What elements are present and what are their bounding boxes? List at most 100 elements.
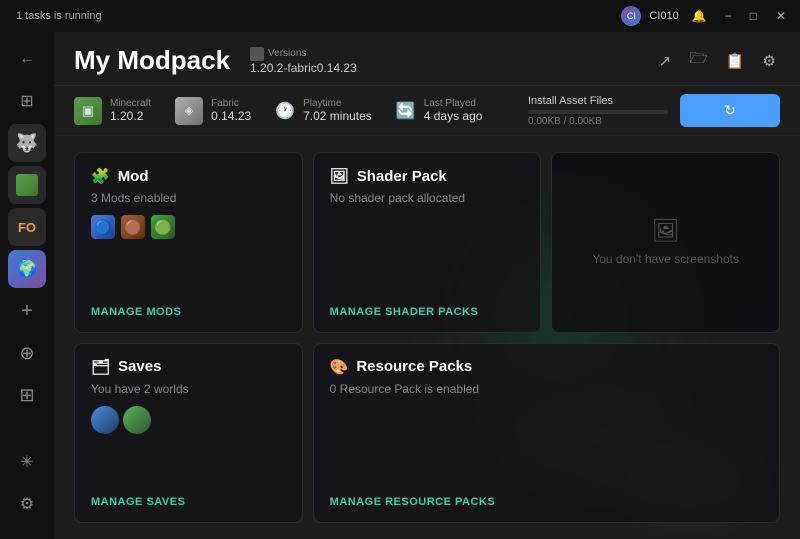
sidebar-item-add-instance[interactable]: ⊕	[8, 334, 46, 372]
mod-card-title: 🧩 Mod	[91, 167, 286, 185]
fabric-text: Fabric 0.14.23	[211, 98, 251, 123]
mods-icon: ✳	[20, 452, 33, 472]
version-block: Versions 1.20.2-fabric0.14.23	[250, 47, 357, 75]
clock-icon: 🕐	[275, 101, 295, 121]
world-icon-1	[91, 406, 119, 434]
install-block: Install Asset Files 0.00KB / 0.00KB ↻	[528, 94, 780, 127]
sidebar-item-home[interactable]: ⊞	[8, 82, 46, 120]
minimize-button[interactable]: −	[720, 7, 737, 25]
playtime-value: 7.02 minutes	[303, 109, 372, 123]
playtime-label: Playtime	[303, 98, 372, 109]
versions-icon	[250, 47, 264, 61]
task-status: 1 tasks is running	[16, 10, 102, 22]
manage-shaders-link[interactable]: MANAGE SHADER PACKS	[330, 306, 525, 318]
manage-saves-link[interactable]: MANAGE SAVES	[91, 496, 286, 508]
sidebar-item-add[interactable]: +	[8, 292, 46, 330]
resource-card-title: 🎨 Resource Packs	[330, 358, 763, 376]
header-actions: ↗ 🗁 📋 ⚙	[655, 44, 780, 77]
sidebar-item-minecraft[interactable]	[8, 166, 46, 204]
shader-icon: 🖼	[330, 167, 349, 185]
playtime-info: 🕐 Playtime 7.02 minutes	[275, 98, 372, 123]
sidebar-item-mods[interactable]: ✳	[8, 443, 46, 481]
sidebar-item-avatar[interactable]: 🌍	[8, 250, 46, 288]
home-icon: ⊞	[20, 91, 33, 111]
wolf-icon: 🐺	[16, 133, 38, 154]
title-bar: 1 tasks is running CI CI010 🔔 − □ ✕	[0, 0, 800, 32]
folder-open-button[interactable]: 🗁	[685, 44, 712, 77]
main-content: 🧩 Mod 3 Mods enabled 🔵 🟤 🟢 MANAGE MODS 🖼	[54, 136, 800, 539]
install-progress-bar	[528, 110, 668, 114]
lastplayed-label: Last Played	[424, 98, 483, 109]
notification-icon[interactable]: 🔔	[687, 7, 712, 25]
sidebar-item-forge[interactable]: FO	[8, 208, 46, 246]
user-avatar-icon: 🌍	[17, 259, 37, 279]
minecraft-text: Minecraft 1.20.2	[110, 98, 151, 123]
username-label: CI010	[649, 10, 678, 22]
minecraft-icon: ▣	[74, 97, 102, 125]
add-icon: +	[21, 300, 33, 323]
info-bar: ▣ Minecraft 1.20.2 ◈ Fabric 0.14.23 🕐	[54, 86, 800, 136]
saves-card-title: 🗂 Saves	[91, 358, 286, 376]
sidebar-item-back[interactable]: ←	[8, 40, 46, 78]
lastplayed-text: Last Played 4 days ago	[424, 98, 483, 123]
minecraft-label: Minecraft	[110, 98, 151, 109]
gear-icon: ⚙	[20, 494, 34, 514]
app-body: ← ⊞ 🐺 FO 🌍 + ⊕ ⊞ ✳	[0, 32, 800, 539]
minecraft-icon	[16, 174, 38, 196]
manage-mods-link[interactable]: MANAGE MODS	[91, 306, 286, 318]
install-label: Install Asset Files	[528, 95, 668, 107]
close-button[interactable]: ✕	[770, 7, 792, 25]
install-label-block: Install Asset Files 0.00KB / 0.00KB	[528, 95, 668, 127]
mod-icon-1: 🔵	[91, 215, 115, 239]
shader-subtitle: No shader pack allocated	[330, 191, 525, 205]
mod-icon-2: 🟤	[121, 215, 145, 239]
avatar-initials: CI	[627, 11, 636, 21]
cards-grid: 🧩 Mod 3 Mods enabled 🔵 🟤 🟢 MANAGE MODS 🖼	[74, 152, 780, 523]
saves-subtitle: You have 2 worlds	[91, 382, 286, 396]
add-instance-icon: ⊕	[19, 343, 34, 364]
install-size: 0.00KB / 0.00KB	[528, 116, 668, 127]
files-button[interactable]: 📋	[722, 48, 749, 74]
fabric-version: 0.14.23	[211, 109, 251, 123]
world-icons	[91, 406, 286, 434]
minecraft-info: ▣ Minecraft 1.20.2	[74, 97, 151, 125]
forge-icon: FO	[18, 220, 36, 235]
manage-resource-link[interactable]: MANAGE RESOURCE PACKS	[330, 496, 763, 508]
page-title: My Modpack	[74, 45, 230, 76]
spinner-icon: ↻	[724, 102, 736, 119]
lastplayed-info: 🔄 Last Played 4 days ago	[396, 98, 483, 123]
saves-icon: 🗂	[91, 358, 110, 376]
lastplayed-value: 4 days ago	[424, 109, 483, 123]
add-server-icon: ⊞	[19, 385, 34, 406]
maximize-button[interactable]: □	[745, 7, 762, 25]
back-icon: ←	[19, 50, 35, 68]
resource-card: 🎨 Resource Packs 0 Resource Pack is enab…	[313, 343, 780, 524]
resource-subtitle: 0 Resource Pack is enabled	[330, 382, 763, 396]
screenshot-label: You don't have screenshots	[592, 252, 739, 266]
settings-button[interactable]: ⚙	[759, 48, 780, 74]
screenshot-icon: 🖼	[652, 218, 680, 244]
world-icon-2	[123, 406, 151, 434]
page-header: My Modpack Versions 1.20.2-fabric0.14.23…	[54, 32, 800, 86]
sidebar-item-settings[interactable]: ⚙	[8, 485, 46, 523]
puzzle-icon: 🧩	[91, 167, 110, 185]
fabric-icon: ◈	[175, 97, 203, 125]
sidebar: ← ⊞ 🐺 FO 🌍 + ⊕ ⊞ ✳	[0, 32, 54, 539]
share-button[interactable]: ↗	[655, 48, 676, 74]
minecraft-version: 1.20.2	[110, 109, 151, 123]
sidebar-bottom: ✳ ⚙	[8, 443, 46, 531]
content-area: My Modpack Versions 1.20.2-fabric0.14.23…	[54, 32, 800, 539]
sidebar-item-add-server[interactable]: ⊞	[8, 376, 46, 414]
mod-subtitle: 3 Mods enabled	[91, 191, 286, 205]
version-value: 1.20.2-fabric0.14.23	[250, 61, 357, 75]
fabric-label: Fabric	[211, 98, 251, 109]
sidebar-item-wolf[interactable]: 🐺	[8, 124, 46, 162]
mod-card: 🧩 Mod 3 Mods enabled 🔵 🟤 🟢 MANAGE MODS	[74, 152, 303, 333]
avatar: CI	[621, 6, 641, 26]
fabric-info: ◈ Fabric 0.14.23	[175, 97, 251, 125]
version-label: Versions	[250, 47, 357, 61]
mod-icons: 🔵 🟤 🟢	[91, 215, 286, 239]
install-button[interactable]: ↻	[680, 94, 780, 127]
lastplayed-icon: 🔄	[396, 101, 416, 121]
shader-card-title: 🖼 Shader Pack	[330, 167, 525, 185]
